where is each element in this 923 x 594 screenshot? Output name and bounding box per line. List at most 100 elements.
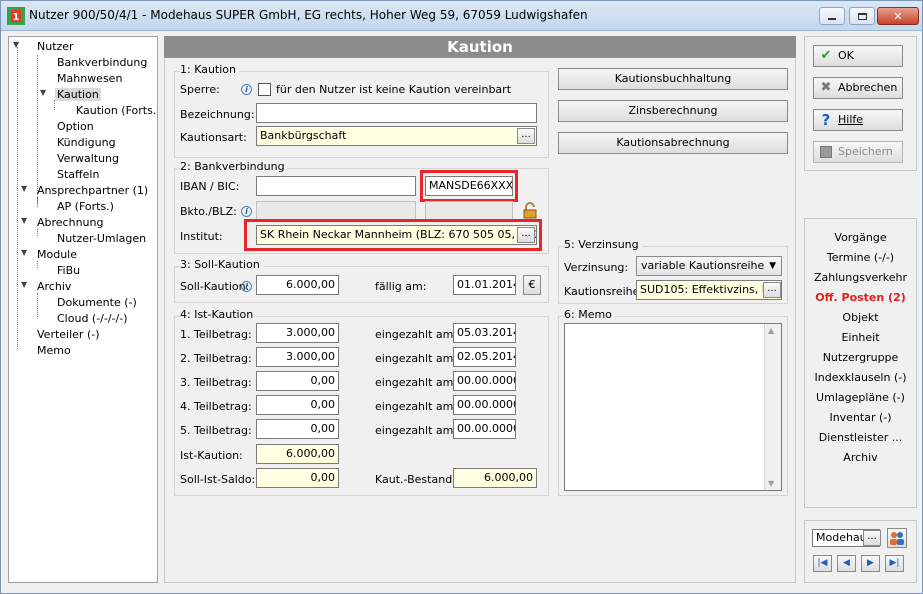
memo-scrollbar[interactable]: ▲ ▼: [764, 324, 781, 490]
link-inventar[interactable]: Inventar (-): [805, 411, 916, 424]
collapse-icon[interactable]: ▼: [21, 248, 27, 257]
minimize-button[interactable]: [819, 7, 845, 25]
teilbetrag-date-input[interactable]: 00.00.0000: [453, 371, 516, 391]
reihe-browse-button[interactable]: ...: [763, 282, 781, 298]
first-record-button[interactable]: |◀: [813, 555, 832, 572]
currency-button[interactable]: €: [523, 275, 541, 295]
sperre-checkbox[interactable]: [258, 83, 271, 96]
hilfe-label: Hilfe: [838, 113, 864, 126]
close-button[interactable]: ✕: [877, 7, 919, 25]
lock-icon[interactable]: [523, 202, 537, 219]
last-record-button[interactable]: ▶|: [885, 555, 904, 572]
link-nutzergruppe[interactable]: Nutzergruppe: [805, 351, 916, 364]
tree-item-verwaltung[interactable]: Verwaltung: [57, 151, 119, 166]
teilbetrag-date-input[interactable]: 05.03.2014: [453, 323, 516, 343]
faellig-input[interactable]: 01.01.2014: [453, 275, 516, 295]
ok-button[interactable]: ✔ OK: [813, 45, 903, 67]
info-icon[interactable]: i: [241, 281, 252, 292]
link-zahlungsverkehr[interactable]: Zahlungsverkehr: [805, 271, 916, 284]
tree-item-memo[interactable]: Memo: [37, 343, 71, 358]
zinsberechnung-button[interactable]: Zinsberechnung: [558, 100, 788, 122]
link-archiv[interactable]: Archiv: [805, 451, 916, 464]
teilbetrag-date-input[interactable]: 00.00.0000: [453, 395, 516, 415]
hilfe-button[interactable]: ? Hilfe: [813, 109, 903, 131]
bestand-label: Kaut.-Bestand:: [375, 473, 456, 486]
institut-highlight: [244, 219, 542, 251]
teilbetrag-amount-input[interactable]: 3.000,00: [256, 323, 339, 343]
teilbetrag-date-input[interactable]: 00.00.0000: [453, 419, 516, 439]
link-umlageplaene[interactable]: Umlagepläne (-): [805, 391, 916, 404]
info-icon[interactable]: i: [241, 84, 252, 95]
speichern-button[interactable]: Speichern: [813, 141, 903, 163]
collapse-icon[interactable]: ▼: [21, 280, 27, 289]
verzinsung-label: Verzinsung:: [564, 261, 629, 274]
tree-item-module[interactable]: Module: [37, 247, 77, 262]
teilbetrag-amount-input[interactable]: 0,00: [256, 419, 339, 439]
tree-item-ap-forts[interactable]: AP (Forts.): [57, 199, 114, 214]
tree-item-fibu[interactable]: FiBu: [57, 263, 80, 278]
cancel-icon: ✖: [820, 80, 832, 95]
teilbetrag-date-input[interactable]: 02.05.2014: [453, 347, 516, 367]
collapse-icon[interactable]: ▼: [21, 216, 27, 225]
soll-group-label: 3: Soll-Kaution: [180, 258, 263, 271]
tree-item-mahnwesen[interactable]: Mahnwesen: [57, 71, 122, 86]
tree-item-bankverbindung[interactable]: Bankverbindung: [57, 55, 147, 70]
teilbetrag-amount-input[interactable]: 0,00: [256, 371, 339, 391]
bezeichnung-input[interactable]: [256, 103, 537, 123]
saldo-value: 0,00: [256, 468, 339, 488]
tree-item-kuendigung[interactable]: Kündigung: [57, 135, 116, 150]
next-record-button[interactable]: ▶: [861, 555, 880, 572]
collapse-icon[interactable]: ▼: [13, 40, 19, 49]
main-window: 1 Nutzer 900/50/4/1 - Modehaus SUPER Gmb…: [0, 0, 923, 594]
tree-item-kaution[interactable]: Kaution: [55, 87, 101, 102]
eingezahlt-label: eingezahlt am:: [375, 352, 458, 365]
tree-connector: [17, 47, 18, 349]
faellig-label: fällig am:: [375, 280, 427, 293]
tree-item-nutzer[interactable]: Nutzer: [37, 39, 74, 54]
collapse-icon[interactable]: ▼: [40, 88, 46, 97]
teilbetrag-amount-input[interactable]: 3.000,00: [256, 347, 339, 367]
verzinsung-select[interactable]: variable Kautionsreihe ▼: [636, 256, 782, 276]
link-dienstleister[interactable]: Dienstleister ...: [805, 431, 916, 444]
search-browse-button[interactable]: ...: [863, 530, 881, 546]
tree-item-ansprechpartner[interactable]: Ansprechpartner (1): [37, 183, 148, 198]
tree-item-cloud[interactable]: Cloud (-/-/-/-): [57, 311, 128, 326]
scroll-down-icon[interactable]: ▼: [768, 479, 774, 488]
eingezahlt-label: eingezahlt am:: [375, 376, 458, 389]
tree-item-option[interactable]: Option: [57, 119, 94, 134]
tree-item-abrechnung[interactable]: Abrechnung: [37, 215, 103, 230]
tree-item-kaution-forts[interactable]: Kaution (Forts.): [76, 103, 157, 118]
tree-item-staffeln[interactable]: Staffeln: [57, 167, 99, 182]
tree-connector: [37, 229, 38, 236]
users-button[interactable]: [887, 528, 907, 548]
link-einheit[interactable]: Einheit: [805, 331, 916, 344]
link-objekt[interactable]: Objekt: [805, 311, 916, 324]
maximize-button[interactable]: [849, 7, 875, 25]
kautionsart-browse-button[interactable]: ...: [517, 128, 535, 144]
collapse-icon[interactable]: ▼: [21, 184, 27, 193]
soll-input[interactable]: 6.000,00: [256, 275, 339, 295]
link-indexklauseln[interactable]: Indexklauseln (-): [805, 371, 916, 384]
iban-input[interactable]: [256, 176, 416, 196]
reihe-field[interactable]: SUD105: Effektivzins, Ki: [636, 280, 782, 300]
svg-text:1: 1: [13, 12, 20, 23]
tree-item-nutzer-umlagen[interactable]: Nutzer-Umlagen: [57, 231, 146, 246]
kautionsbuchhaltung-button[interactable]: Kautionsbuchhaltung: [558, 68, 788, 90]
link-vorgaenge[interactable]: Vorgänge: [805, 231, 916, 244]
previous-record-button[interactable]: ◀: [837, 555, 856, 572]
teilbetrag-amount-input[interactable]: 0,00: [256, 395, 339, 415]
kautionsart-field[interactable]: Bankbürgschaft: [256, 126, 537, 146]
scroll-up-icon[interactable]: ▲: [768, 326, 774, 335]
memo-textarea[interactable]: ▲ ▼: [564, 323, 782, 491]
tree-item-dokumente[interactable]: Dokumente (-): [57, 295, 137, 310]
related-links-panel: Vorgänge Termine (-/-) Zahlungsverkehr O…: [804, 218, 917, 508]
kautionsabrechnung-button[interactable]: Kautionsabrechnung: [558, 132, 788, 154]
tree-item-verteiler[interactable]: Verteiler (-): [37, 327, 100, 342]
info-icon[interactable]: i: [241, 206, 252, 217]
checkmark-icon: ✔: [820, 48, 832, 63]
tree-item-archiv[interactable]: Archiv: [37, 279, 71, 294]
link-termine[interactable]: Termine (-/-): [805, 251, 916, 264]
link-off-posten[interactable]: Off. Posten (2): [805, 291, 916, 304]
navigation-tree: ▼ Nutzer Bankverbindung Mahnwesen ▼ Kaut…: [8, 36, 158, 583]
abbrechen-button[interactable]: ✖ Abbrechen: [813, 77, 903, 99]
